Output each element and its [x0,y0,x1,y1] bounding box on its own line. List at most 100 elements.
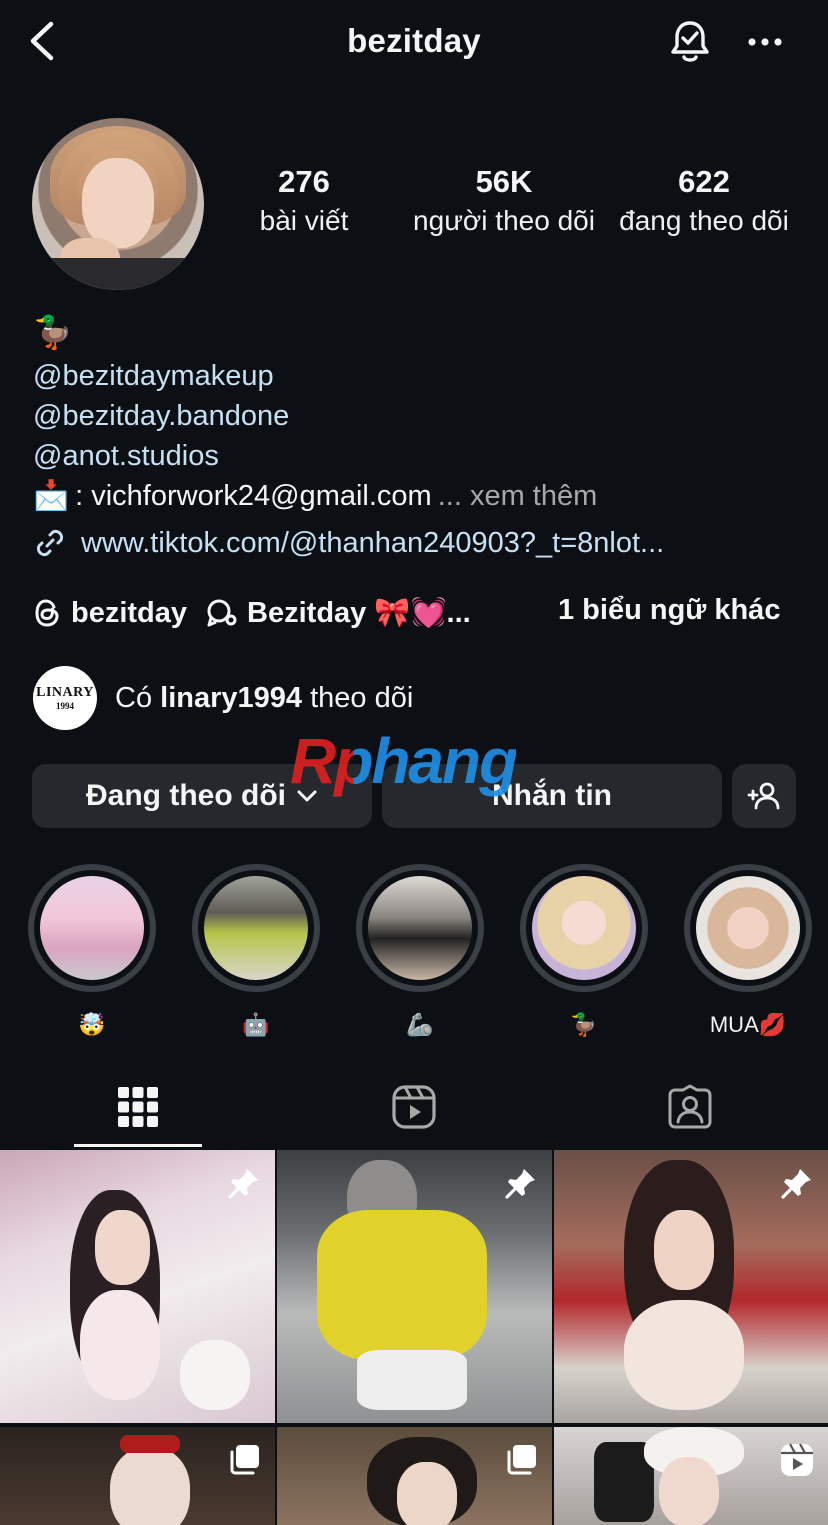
post-1-pinned-badge [225,1164,263,1202]
profile-bio: 🦆 @bezitdaymakeup @bezitday.bandone @ano… [33,312,813,516]
tab-posts-grid[interactable] [74,1068,202,1146]
profile-links-row: bezitday Bezitday 🎀💓... 1 biểu ngữ khác [33,590,813,636]
post-tile-5[interactable] [277,1427,552,1525]
see-more-link[interactable]: ... xem thêm [438,476,598,516]
grid-icon [118,1087,158,1127]
highlight-2-label: 🤖 [242,1012,270,1037]
following-label: đang theo dõi [619,205,789,236]
profile-avatar[interactable] [32,118,204,290]
reels-icon [392,1085,436,1129]
highlight-1-thumbnail [40,876,144,980]
highlight-4-ring [520,864,648,992]
highlight-5-ring [684,864,812,992]
threads-username: bezitday [71,596,188,629]
bio-email: : vichforwork24@gmail.com [75,480,432,512]
post-tile-1[interactable] [0,1150,275,1423]
profile-tabs [0,1068,828,1150]
post-3-figure-body [624,1300,744,1410]
active-tab-indicator [74,1144,202,1147]
bio-mention-anot[interactable]: @anot.studios [33,436,813,476]
post-1-plush [180,1340,250,1410]
bio-link-text: www.tiktok.com/@thanhan240903?_t=8nlot..… [81,526,665,559]
stat-followers[interactable]: 56K người theo dõi [404,163,604,241]
highlight-5-thumbnail [696,876,800,980]
bio-duck-emoji: 🦆 [33,314,73,350]
highlight-1-ring [28,864,156,992]
profile-actions: Đang theo dõi Nhắn tin [32,764,796,828]
message-button-label: Nhắn tin [492,779,612,812]
bio-external-link[interactable]: www.tiktok.com/@thanhan240903?_t=8nlot..… [33,526,664,560]
pin-icon [228,1169,258,1199]
posts-grid [0,1150,828,1525]
more-banners-link[interactable]: 1 biểu ngữ khác [558,594,780,627]
tab-tagged[interactable] [626,1068,754,1146]
post-tile-6[interactable] [554,1427,828,1525]
tab-reels[interactable] [350,1068,478,1146]
highlight-3[interactable]: 🦾 [356,864,484,1040]
link-icon [36,529,64,557]
mutual-username: linary1994 [160,681,303,714]
notifications-button[interactable] [664,18,716,66]
mutual-follower-text: Có linary1994 theo dõi [115,682,413,715]
following-button[interactable]: Đang theo dõi [32,764,372,828]
reels-icon [781,1443,813,1476]
bio-mention-makeup[interactable]: @bezitdaymakeup [33,356,813,396]
message-button[interactable]: Nhắn tin [382,764,722,828]
post-1-figure-body [80,1290,160,1400]
post-4-carousel-badge [225,1441,263,1479]
post-3-figure-face [654,1210,714,1290]
post-tile-2[interactable] [277,1150,552,1423]
highlight-2-ring [192,864,320,992]
posts-count: 276 [278,164,330,199]
bio-mention-bandone[interactable]: @bezitday.bandone [33,396,813,436]
highlight-5-label: MUA💋 [709,1012,787,1037]
carousel-icon [507,1445,536,1475]
following-count: 622 [678,164,730,199]
highlight-4[interactable]: 🦆 [520,864,648,1040]
highlight-1-label: 🤯 [78,1012,106,1037]
suggest-users-button[interactable] [732,764,796,828]
carousel-icon [230,1445,259,1475]
highlight-3-ring [356,864,484,992]
bell-check-icon [671,21,709,62]
bio-email-line: 📩 : vichforwork24@gmail.com ... xem thêm [33,476,813,516]
post-5-figure-face [397,1462,457,1525]
broadcast-chat-icon [207,599,237,627]
top-bar: bezitday [0,0,828,84]
mutual-suffix: theo dõi [302,681,414,714]
post-6-figure-face [659,1457,719,1525]
avatar-shirt [32,258,204,290]
post-6-reels-badge [778,1441,816,1479]
following-button-label: Đang theo dõi [86,779,286,812]
mutual-prefix: Có [115,681,161,714]
post-tile-3[interactable] [554,1150,828,1423]
threads-link[interactable]: bezitday [33,597,187,630]
broadcast-channel-link[interactable]: Bezitday 🎀💓... [205,596,471,630]
highlight-2[interactable]: 🤖 [192,864,320,1040]
post-3-pinned-badge [778,1164,816,1202]
post-4-figure-face [110,1447,190,1525]
highlight-4-label: 🦆 [570,1012,598,1037]
broadcast-channel-name: Bezitday 🎀💓... [247,597,471,629]
pin-icon [781,1169,811,1199]
chevron-down-icon [297,790,317,802]
highlight-5[interactable]: MUA💋 [684,864,812,1040]
envelope-icon: 📩 [33,480,70,512]
add-user-icon [747,782,780,810]
more-options-button[interactable] [740,22,790,62]
posts-label: bài viết [259,205,349,236]
post-4-headband [120,1435,180,1453]
mutual-follower[interactable]: LINARY 1994 Có linary1994 theo dõi [33,666,413,730]
pin-icon [505,1169,535,1199]
stat-posts[interactable]: 276 bài viết [204,163,404,241]
highlight-1[interactable]: 🤯 [28,864,156,1040]
avatar-face [82,158,154,248]
threads-icon [35,599,59,627]
stat-following[interactable]: 622 đang theo dõi [604,163,804,241]
post-2-pinned-badge [502,1164,540,1202]
highlight-3-label: 🦾 [406,1012,434,1037]
post-tile-4[interactable] [0,1427,275,1525]
highlight-2-thumbnail [204,876,308,980]
mutual-follower-avatar: LINARY 1994 [33,666,97,730]
followers-label: người theo dõi [413,205,595,236]
